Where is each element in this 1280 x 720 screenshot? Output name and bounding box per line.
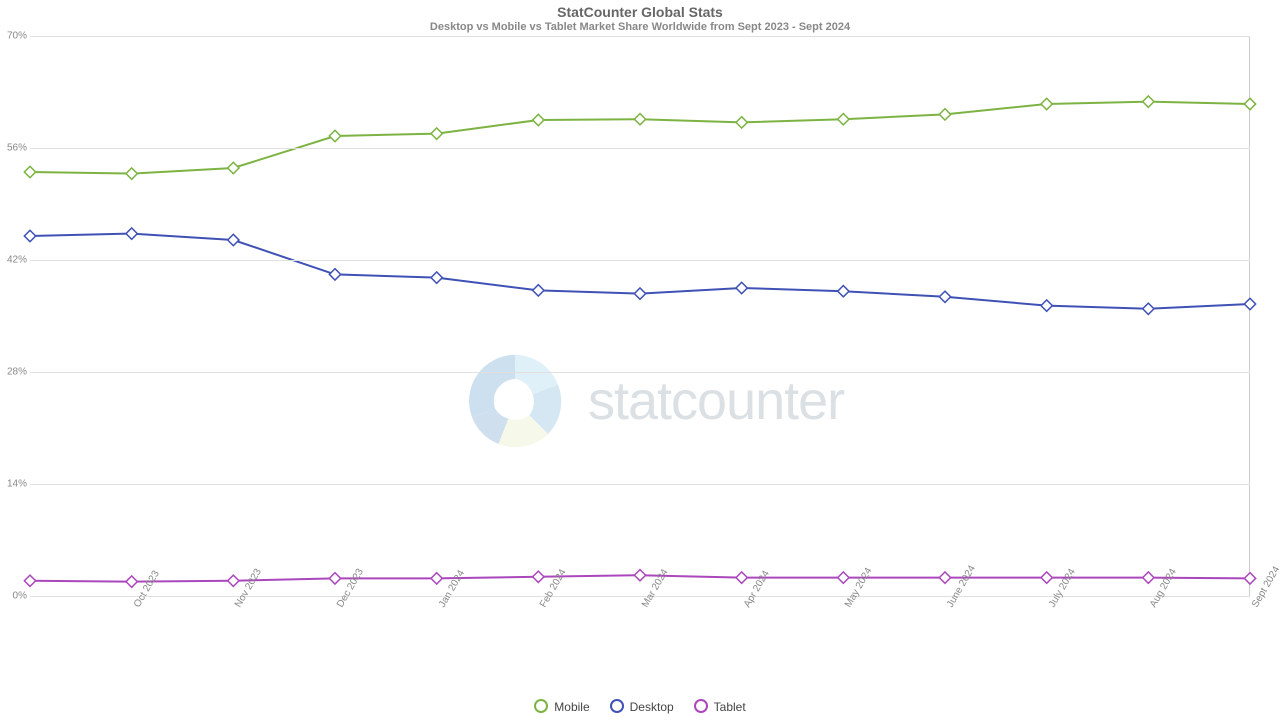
legend-item-tablet[interactable]: Tablet [694, 699, 746, 714]
line-plot-svg [30, 36, 1250, 596]
data-point [1244, 573, 1255, 584]
data-point [533, 114, 544, 125]
data-point [24, 575, 35, 586]
data-point [736, 282, 747, 293]
data-point [1041, 300, 1052, 311]
gridline [30, 36, 1250, 37]
data-point [329, 573, 340, 584]
gridline [30, 260, 1250, 261]
gridline [30, 148, 1250, 149]
data-point [24, 166, 35, 177]
legend-marker-icon [531, 696, 551, 716]
data-point [228, 162, 239, 173]
y-tick-label: 14% [7, 479, 27, 490]
data-point [431, 128, 442, 139]
data-point [838, 114, 849, 125]
legend-item-mobile[interactable]: Mobile [534, 699, 589, 714]
data-point [939, 572, 950, 583]
data-point [329, 269, 340, 280]
data-point [838, 286, 849, 297]
y-tick-label: 28% [7, 367, 27, 378]
data-point [634, 114, 645, 125]
data-point [838, 572, 849, 583]
gridline [30, 484, 1250, 485]
y-tick-label: 56% [7, 143, 27, 154]
legend-item-desktop[interactable]: Desktop [610, 699, 674, 714]
data-point [634, 570, 645, 581]
legend-label: Mobile [554, 700, 589, 714]
legend: Mobile Desktop Tablet [0, 699, 1280, 714]
data-point [634, 288, 645, 299]
data-point [1041, 98, 1052, 109]
chart-area: statcounter 0%14%28%42%56%70%Oct 2023Nov… [30, 36, 1250, 596]
data-point [939, 291, 950, 302]
data-point [126, 168, 137, 179]
gridline [30, 596, 1250, 597]
chart-subtitle: Desktop vs Mobile vs Tablet Market Share… [0, 21, 1280, 33]
gridline [30, 372, 1250, 373]
data-point [431, 573, 442, 584]
data-point [24, 230, 35, 241]
legend-marker-icon [691, 696, 711, 716]
data-point [431, 272, 442, 283]
data-point [736, 117, 747, 128]
y-tick-label: 42% [7, 255, 27, 266]
data-point [228, 234, 239, 245]
data-point [1143, 303, 1154, 314]
data-point [939, 109, 950, 120]
plot-area: statcounter 0%14%28%42%56%70%Oct 2023Nov… [30, 36, 1250, 596]
data-point [1244, 298, 1255, 309]
data-point [533, 285, 544, 296]
data-point [1041, 572, 1052, 583]
legend-label: Desktop [630, 700, 674, 714]
legend-marker-icon [607, 696, 627, 716]
data-point [1143, 96, 1154, 107]
data-point [329, 130, 340, 141]
x-tick-label: Sept 2024 [1250, 565, 1280, 610]
y-tick-label: 0% [13, 591, 27, 602]
data-point [1143, 572, 1154, 583]
legend-label: Tablet [714, 700, 746, 714]
chart-title: StatCounter Global Stats [0, 4, 1280, 20]
data-point [736, 572, 747, 583]
data-point [126, 576, 137, 587]
series-line-mobile [30, 102, 1250, 174]
y-tick-label: 70% [7, 31, 27, 42]
data-point [228, 575, 239, 586]
data-point [1244, 98, 1255, 109]
data-point [126, 228, 137, 239]
data-point [533, 571, 544, 582]
